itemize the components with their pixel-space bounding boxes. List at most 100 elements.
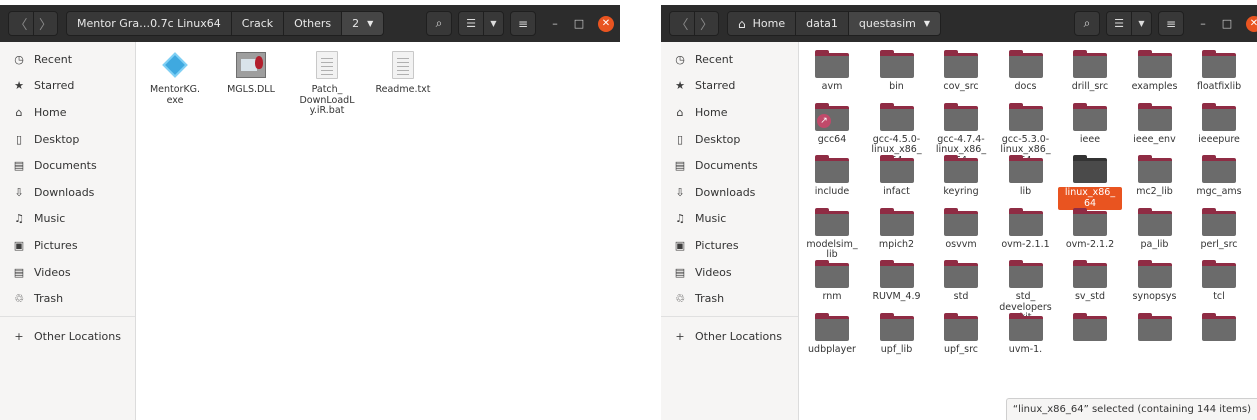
file-item[interactable]: MGLS.DLL bbox=[213, 48, 289, 96]
search-button[interactable]: ⌕ bbox=[426, 11, 452, 36]
folder-item[interactable]: pa_lib bbox=[1123, 207, 1187, 251]
sidebar-item-documents[interactable]: ▤ Documents bbox=[0, 152, 135, 179]
folder-item[interactable]: examples bbox=[1123, 49, 1187, 93]
folder-item[interactable]: docs bbox=[994, 49, 1058, 93]
folder-item[interactable]: upf_src bbox=[929, 312, 993, 356]
sidebar-item-trash[interactable]: ♲ Trash bbox=[661, 285, 798, 312]
folder-item[interactable]: ieee_env bbox=[1123, 102, 1187, 146]
folder-item[interactable]: ieee bbox=[1058, 102, 1122, 146]
folder-icon bbox=[1202, 312, 1236, 342]
folder-item[interactable]: drill_src bbox=[1058, 49, 1122, 93]
sidebar-item-music[interactable]: ♫ Music bbox=[661, 206, 798, 233]
sidebar-item-other-locations[interactable]: + Other Locations bbox=[661, 323, 798, 350]
folder-item[interactable]: modelsim_ lib bbox=[800, 207, 864, 261]
close-icon: ✕ bbox=[601, 18, 611, 29]
sidebar-item-home[interactable]: ⌂ Home bbox=[0, 99, 135, 126]
breadcrumb-item[interactable]: Others bbox=[283, 12, 342, 35]
folder-item[interactable] bbox=[1187, 312, 1251, 345]
folder-name: ovm-2.1.2 bbox=[1065, 238, 1115, 250]
folder-item[interactable]: mpich2 bbox=[865, 207, 929, 251]
folder-item[interactable]: sv_std bbox=[1058, 259, 1122, 303]
sidebar-item-starred[interactable]: ★ Starred bbox=[0, 73, 135, 100]
folder-item[interactable]: upf_lib bbox=[865, 312, 929, 356]
sidebar-item-label: Desktop bbox=[695, 132, 741, 146]
folder-item[interactable]: linux_x86_ 64 bbox=[1058, 154, 1122, 210]
folder-item[interactable]: mc2_lib bbox=[1123, 154, 1187, 198]
file-item[interactable]: Readme.txt bbox=[365, 48, 441, 96]
sidebar-item-label: Trash bbox=[34, 292, 64, 306]
view-toggle: ☰ ▼ bbox=[1106, 11, 1152, 36]
forward-button[interactable]: 〉 bbox=[33, 12, 57, 35]
folder-item[interactable]: lib bbox=[994, 154, 1058, 198]
sidebar-item-other-locations[interactable]: + Other Locations bbox=[0, 323, 135, 350]
close-button[interactable]: ✕ bbox=[598, 15, 614, 32]
sidebar-item-pictures[interactable]: ▣ Pictures bbox=[661, 232, 798, 259]
folder-item[interactable]: floatfixlib bbox=[1187, 49, 1251, 93]
list-view-button[interactable]: ☰ bbox=[1107, 12, 1131, 35]
breadcrumb-item[interactable]: Crack bbox=[230, 12, 284, 35]
folder-item[interactable]: rnm bbox=[800, 259, 864, 303]
folder-item[interactable]: RUVM_4.9 bbox=[865, 259, 929, 303]
back-button[interactable]: 〈 bbox=[9, 12, 33, 35]
breadcrumb-current[interactable]: 2 ▼ bbox=[341, 12, 384, 35]
folder-item[interactable]: tcl bbox=[1187, 259, 1251, 303]
folder-item[interactable]: std bbox=[929, 259, 993, 303]
folder-item[interactable]: osvvm bbox=[929, 207, 993, 251]
folder-item[interactable]: perl_src bbox=[1187, 207, 1251, 251]
sidebar-item-videos[interactable]: ▤ Videos bbox=[0, 259, 135, 286]
search-button[interactable]: ⌕ bbox=[1074, 11, 1100, 36]
folder-item[interactable]: bin bbox=[865, 49, 929, 93]
close-button[interactable]: ✕ bbox=[1246, 15, 1257, 32]
sidebar-item-videos[interactable]: ▤ Videos bbox=[661, 259, 798, 286]
sidebar-item-pictures[interactable]: ▣ Pictures bbox=[0, 232, 135, 259]
sidebar-item-trash[interactable]: ♲ Trash bbox=[0, 285, 135, 312]
breadcrumb-current[interactable]: questasim ▼ bbox=[847, 12, 941, 35]
text-file-icon bbox=[386, 48, 420, 82]
sidebar-item-home[interactable]: ⌂ Home bbox=[661, 99, 798, 126]
folder-item[interactable]: ↗ gcc64 bbox=[800, 102, 864, 146]
breadcrumb-home[interactable]: ⌂ Home bbox=[728, 12, 796, 35]
minimize-button[interactable]: – bbox=[1192, 13, 1214, 35]
minimize-button[interactable]: – bbox=[544, 13, 566, 35]
sidebar-item-downloads[interactable]: ⇩ Downloads bbox=[0, 179, 135, 206]
sidebar-item-desktop[interactable]: ▯ Desktop bbox=[0, 126, 135, 153]
plus-icon: + bbox=[675, 329, 685, 343]
breadcrumb-item[interactable]: data1 bbox=[795, 12, 848, 35]
breadcrumb-item[interactable]: Mentor Gra…0.7c Linux64 bbox=[67, 12, 231, 35]
file-item[interactable]: MentorKG. exe bbox=[137, 48, 213, 106]
sidebar-item-label: Starred bbox=[695, 79, 736, 93]
sidebar-item-documents[interactable]: ▤ Documents bbox=[661, 152, 798, 179]
sidebar-item-recent[interactable]: ◷ Recent bbox=[661, 46, 798, 73]
folder-item[interactable]: ovm-2.1.2 bbox=[1058, 207, 1122, 251]
view-options-button[interactable]: ▼ bbox=[483, 12, 503, 35]
folder-item[interactable]: avm bbox=[800, 49, 864, 93]
sidebar-item-desktop[interactable]: ▯ Desktop bbox=[661, 126, 798, 153]
back-button[interactable]: 〈 bbox=[670, 12, 694, 35]
sidebar-item-downloads[interactable]: ⇩ Downloads bbox=[661, 179, 798, 206]
folder-item[interactable]: uvm-1. bbox=[994, 312, 1058, 356]
exe-file-icon bbox=[158, 48, 192, 82]
sidebar-item-starred[interactable]: ★ Starred bbox=[661, 73, 798, 100]
folder-item[interactable]: mgc_ams bbox=[1187, 154, 1251, 198]
folder-item[interactable]: udbplayer bbox=[800, 312, 864, 356]
folder-item[interactable]: ovm-2.1.1 bbox=[994, 207, 1058, 251]
folder-item[interactable]: infact bbox=[865, 154, 929, 198]
file-item[interactable]: Patch_ DownLoadL y.iR.bat bbox=[289, 48, 365, 117]
menu-button[interactable]: ≡ bbox=[1158, 11, 1184, 36]
view-options-button[interactable]: ▼ bbox=[1131, 12, 1151, 35]
maximize-button[interactable]: □ bbox=[1216, 13, 1238, 35]
folder-item[interactable]: include bbox=[800, 154, 864, 198]
folder-item[interactable] bbox=[1123, 312, 1187, 345]
folder-item[interactable]: ieeepure bbox=[1187, 102, 1251, 146]
folder-item[interactable]: cov_src bbox=[929, 49, 993, 93]
maximize-button[interactable]: □ bbox=[568, 13, 590, 35]
list-view-button[interactable]: ☰ bbox=[459, 12, 483, 35]
folder-item[interactable]: synopsys bbox=[1123, 259, 1187, 303]
sidebar-item-music[interactable]: ♫ Music bbox=[0, 206, 135, 233]
forward-button[interactable]: 〉 bbox=[694, 12, 718, 35]
folder-item[interactable] bbox=[1058, 312, 1122, 345]
menu-button[interactable]: ≡ bbox=[510, 11, 536, 36]
folder-item[interactable]: keyring bbox=[929, 154, 993, 198]
sidebar-item-recent[interactable]: ◷ Recent bbox=[0, 46, 135, 73]
maximize-icon: □ bbox=[573, 17, 585, 30]
